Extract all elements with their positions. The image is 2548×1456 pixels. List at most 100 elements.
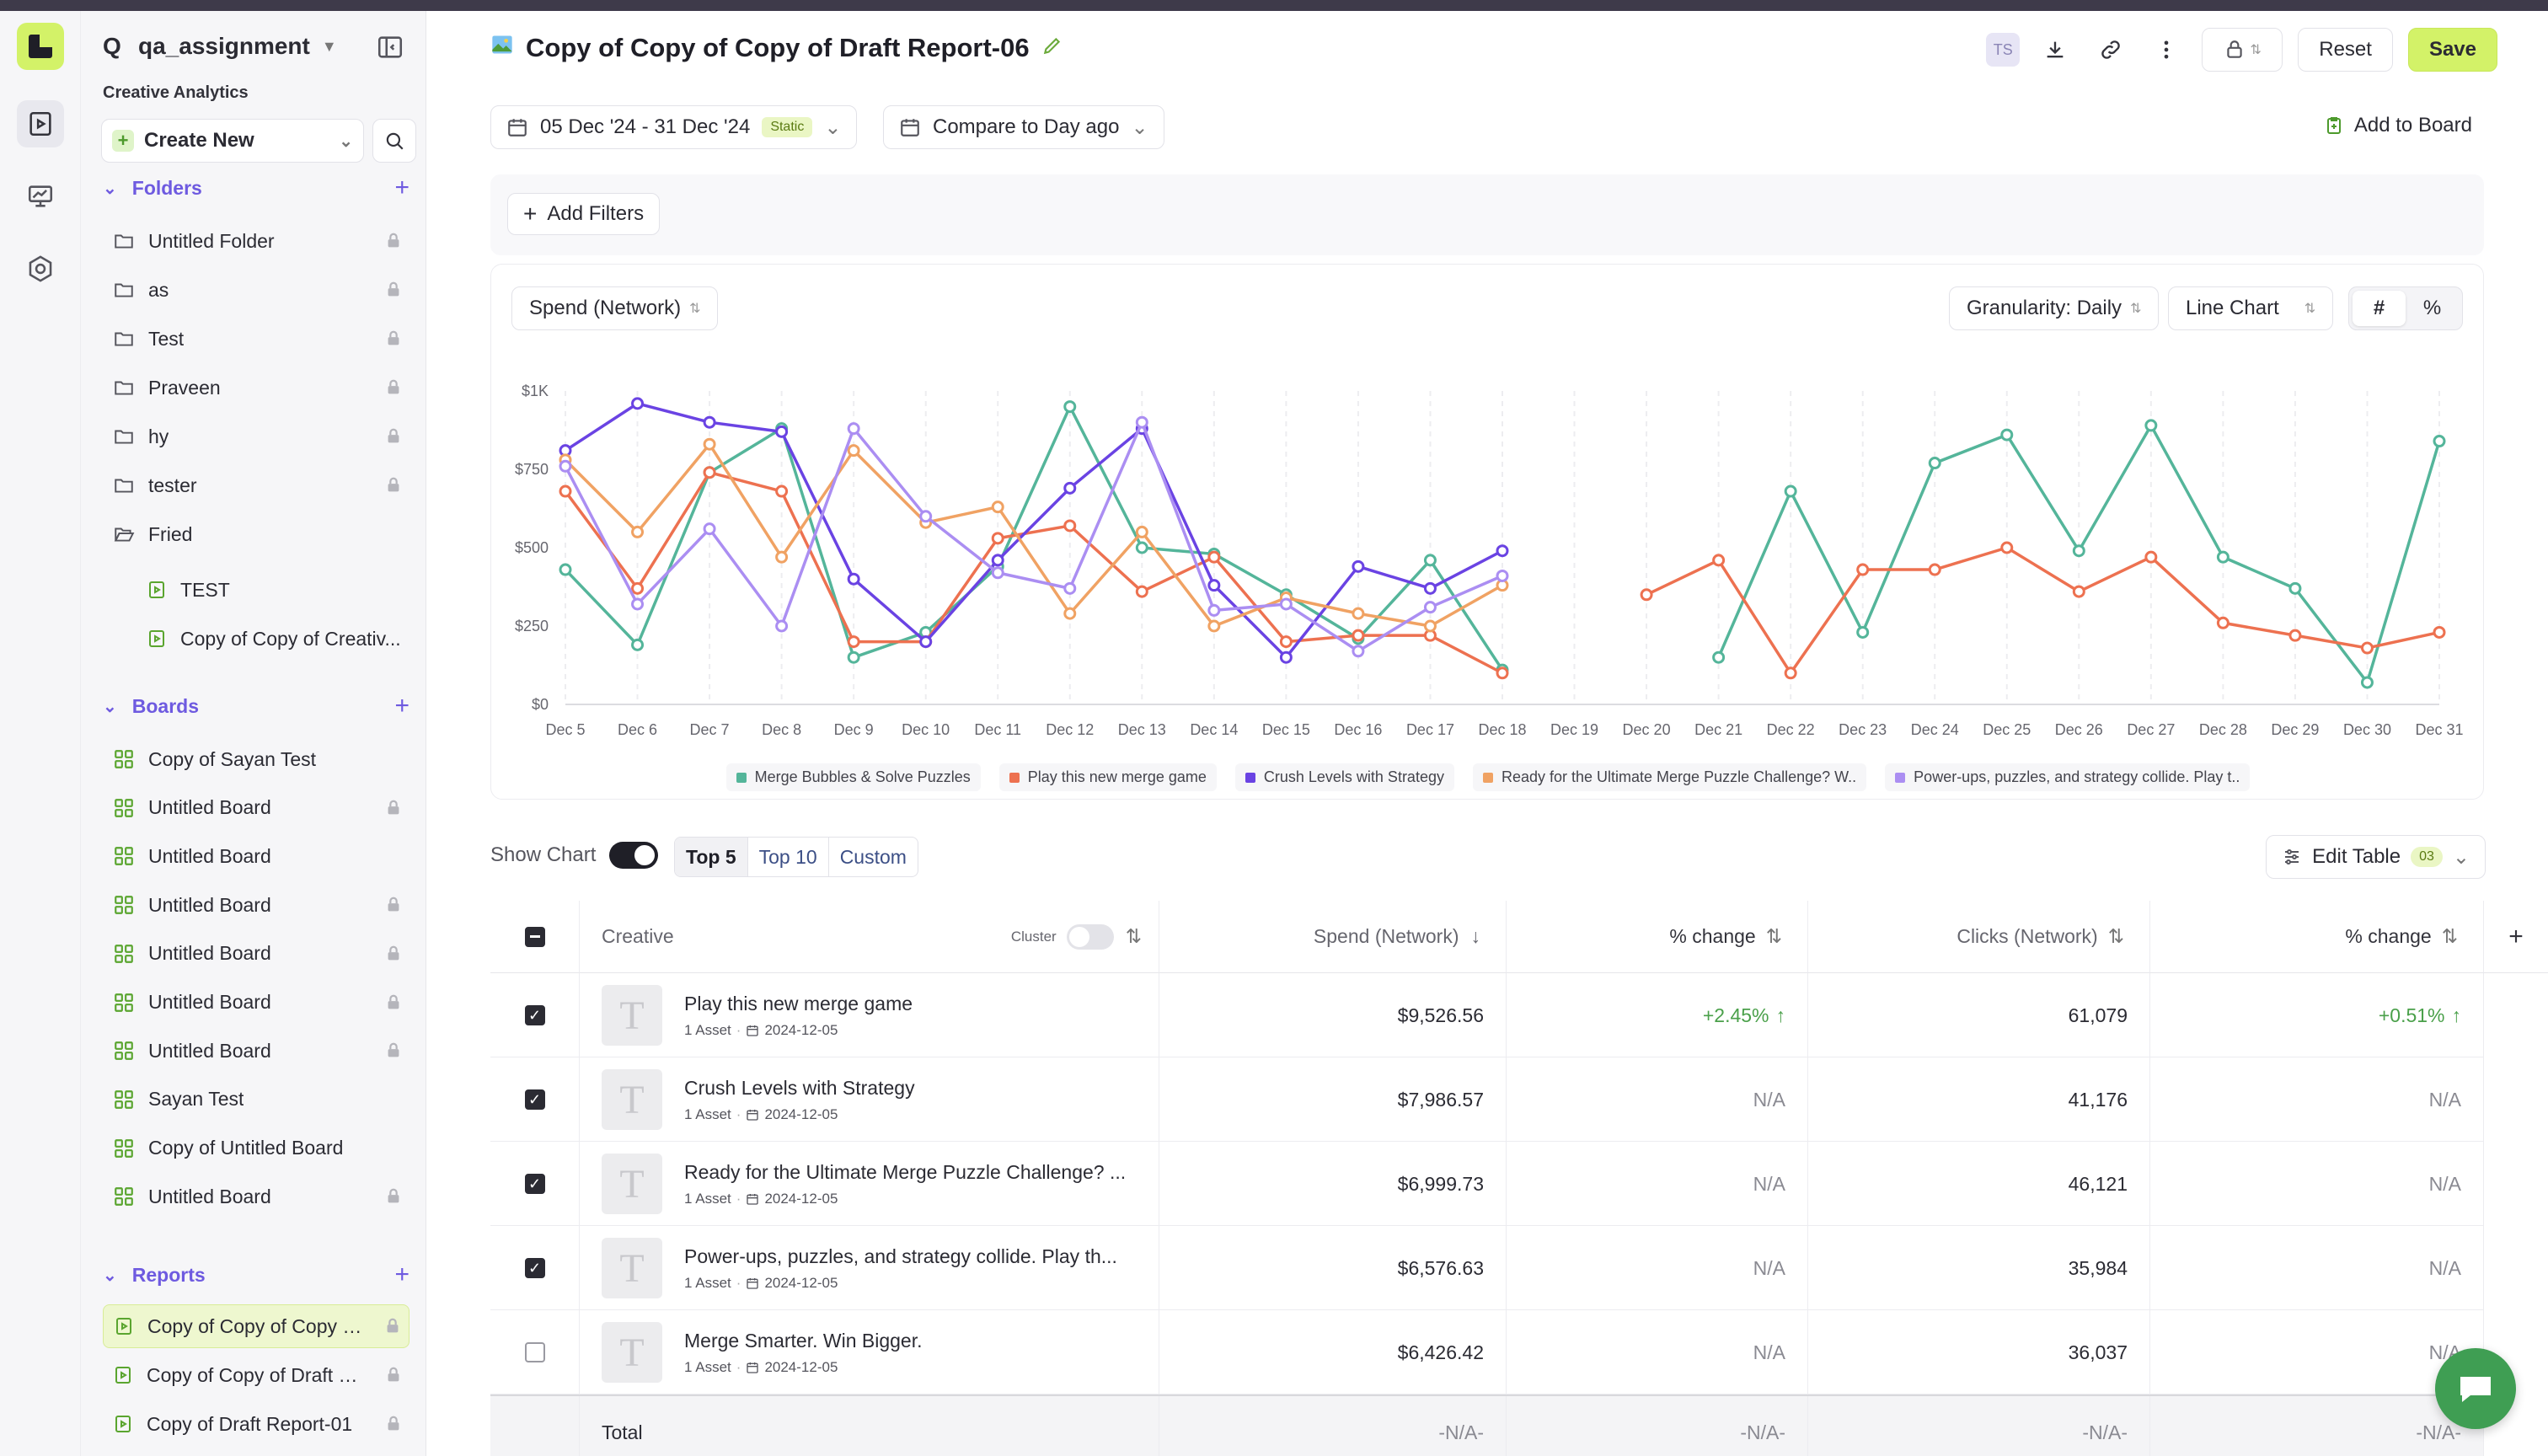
cluster-toggle[interactable]: [1066, 923, 1114, 950]
arrow-up-icon: ↑: [1775, 1004, 1786, 1026]
creative-name[interactable]: Play this new merge game: [684, 993, 913, 1015]
rail-dashboard[interactable]: [17, 173, 64, 220]
boards-group[interactable]: ⌄ Boards +: [103, 689, 410, 723]
report-item[interactable]: Copy of Copy of Draft Re...: [103, 1353, 410, 1397]
add-filters-button[interactable]: + Add Filters: [507, 193, 661, 235]
show-chart-toggle[interactable]: [609, 842, 659, 869]
more-options-button[interactable]: [2146, 29, 2187, 70]
folders-group[interactable]: ⌄ Folders +: [103, 171, 410, 205]
creative-name[interactable]: Merge Smarter. Win Bigger.: [684, 1330, 923, 1352]
legend-item[interactable]: Crush Levels with Strategy: [1234, 763, 1454, 791]
data-point: [1063, 481, 1077, 495]
folder-item[interactable]: Test: [103, 317, 410, 361]
download-button[interactable]: [2035, 29, 2075, 70]
creative-name[interactable]: Crush Levels with Strategy: [684, 1077, 915, 1100]
rail-creative-analytics[interactable]: [17, 100, 64, 147]
creative-thumbnail[interactable]: T: [602, 1154, 662, 1214]
board-item[interactable]: Copy of Untitled Board: [103, 1127, 410, 1170]
sidebar-search-button[interactable]: [372, 119, 416, 163]
granularity-dropdown[interactable]: Granularity: Daily ⇅: [1949, 286, 2160, 330]
board-item[interactable]: Untitled Board: [103, 981, 410, 1025]
sidebar: Q qa_assignment ▼ Creative Analytics + C…: [81, 11, 426, 1456]
add-boards-icon[interactable]: +: [394, 692, 410, 720]
edit-pencil-icon[interactable]: [1041, 33, 1063, 63]
rail-settings[interactable]: [17, 245, 64, 292]
change-column-header[interactable]: % change ⇅: [1507, 901, 1808, 973]
table-row[interactable]: T Merge Smarter. Win Bigger. 1 Asset · 202…: [490, 1310, 2484, 1394]
create-new-button[interactable]: + Create New ⌄: [101, 119, 364, 163]
collapse-sidebar-button[interactable]: [376, 33, 406, 63]
creative-thumbnail[interactable]: T: [602, 1322, 662, 1383]
sort-icon[interactable]: ⇅: [1126, 925, 1142, 948]
avatar[interactable]: TS: [1986, 33, 2021, 67]
folder-item[interactable]: Praveen: [103, 366, 410, 410]
folder-item[interactable]: hy: [103, 415, 410, 458]
collapse-chevron-icon: ⌄: [103, 179, 117, 198]
percent-mode-button[interactable]: %: [2406, 291, 2459, 326]
creative-thumbnail[interactable]: T: [602, 1238, 662, 1298]
board-item[interactable]: Untitled Board: [103, 786, 410, 830]
reset-button[interactable]: Reset: [2298, 28, 2393, 72]
creative-thumbnail[interactable]: T: [602, 985, 662, 1046]
row-checkbox[interactable]: ✓: [524, 1089, 545, 1110]
top-5-button[interactable]: Top 5: [675, 838, 748, 876]
add-folders-icon[interactable]: +: [394, 174, 410, 202]
absolute-mode-button[interactable]: #: [2353, 291, 2406, 326]
chat-support-button[interactable]: [2435, 1348, 2516, 1429]
copy-link-button[interactable]: [2090, 29, 2131, 70]
row-checkbox[interactable]: ✓: [524, 1258, 545, 1278]
x-tick-label: Dec 10: [902, 721, 950, 738]
compare-picker[interactable]: Compare to Day ago ⌄: [883, 105, 1164, 149]
spend-column-header[interactable]: Spend (Network) ↓: [1159, 901, 1507, 973]
row-checkbox[interactable]: ✓: [524, 1174, 545, 1194]
clicks-column-header[interactable]: Clicks (Network) ⇅: [1808, 901, 2150, 973]
custom-button[interactable]: Custom: [829, 838, 918, 876]
board-item[interactable]: Copy of Sayan Test: [103, 737, 410, 781]
select-all-checkbox[interactable]: [524, 926, 545, 947]
board-item[interactable]: Untitled Board: [103, 1029, 410, 1073]
board-item[interactable]: Sayan Test: [103, 1078, 410, 1121]
chart-type-dropdown[interactable]: Line Chart ⇅: [2168, 286, 2334, 330]
reports-group[interactable]: ⌄ Reports +: [103, 1258, 410, 1292]
table-row[interactable]: ✓ T Crush Levels with Strategy 1 Asset · 2…: [490, 1057, 2484, 1142]
data-point: [703, 522, 716, 536]
add-to-board-button[interactable]: Add to Board: [2324, 114, 2472, 137]
report-item[interactable]: Copy of Copy of Copy of...: [103, 1304, 410, 1348]
add-reports-icon[interactable]: +: [394, 1261, 410, 1289]
creative-name[interactable]: Power-ups, puzzles, and strategy collide…: [684, 1245, 1117, 1268]
edit-table-button[interactable]: Edit Table 03 ⌄: [2266, 835, 2486, 879]
app-logo[interactable]: [17, 23, 64, 70]
creative-name[interactable]: Ready for the Ultimate Merge Puzzle Chal…: [684, 1161, 1126, 1184]
folder-item[interactable]: Fried: [103, 512, 410, 556]
board-item[interactable]: Untitled Board: [103, 883, 410, 927]
legend-item[interactable]: Play this new merge game: [998, 763, 1217, 791]
report-item[interactable]: Copy of Draft Report-01: [103, 1402, 410, 1446]
board-item[interactable]: Untitled Board: [103, 932, 410, 976]
folder-item[interactable]: as: [103, 268, 410, 312]
table-row[interactable]: ✓ T Ready for the Ultimate Merge Puzzle …: [490, 1142, 2484, 1226]
legend-item[interactable]: Power-ups, puzzles, and strategy collide…: [1885, 763, 2251, 791]
access-dropdown[interactable]: ⇅: [2202, 28, 2283, 72]
folder-child-item[interactable]: Copy of Copy of Creativ...: [103, 617, 410, 661]
date-range-picker[interactable]: 05 Dec '24 - 31 Dec '24 Static ⌄: [490, 105, 858, 149]
save-button[interactable]: Save: [2407, 28, 2497, 72]
row-checkbox[interactable]: [524, 1342, 545, 1362]
table-row[interactable]: ✓ T Play this new merge game 1 Asset · 202…: [490, 973, 2484, 1057]
legend-item[interactable]: Ready for the Ultimate Merge Puzzle Chal…: [1472, 763, 1867, 791]
table-row[interactable]: ✓ T Power-ups, puzzles, and strategy col…: [490, 1226, 2484, 1310]
board-item[interactable]: Untitled Board: [103, 834, 410, 878]
sort-icon: ⇅: [2107, 925, 2124, 947]
metric-dropdown[interactable]: Spend (Network) ⇅: [511, 286, 719, 330]
board-item[interactable]: Untitled Board: [103, 1175, 410, 1218]
add-column-button[interactable]: +: [2484, 901, 2548, 973]
creative-thumbnail[interactable]: T: [602, 1069, 662, 1130]
workspace-switcher[interactable]: Q qa_assignment ▼: [103, 24, 347, 68]
folder-child-item[interactable]: TEST: [103, 568, 410, 612]
folder-item[interactable]: Untitled Folder: [103, 219, 410, 263]
top-10-button[interactable]: Top 10: [748, 838, 829, 876]
creative-column-header[interactable]: Creative Cluster ⇅: [580, 901, 1159, 973]
change2-column-header[interactable]: % change ⇅: [2150, 901, 2484, 973]
legend-item[interactable]: Merge Bubbles & Solve Puzzles: [725, 763, 981, 791]
folder-item[interactable]: tester: [103, 463, 410, 507]
row-checkbox[interactable]: ✓: [524, 1005, 545, 1025]
